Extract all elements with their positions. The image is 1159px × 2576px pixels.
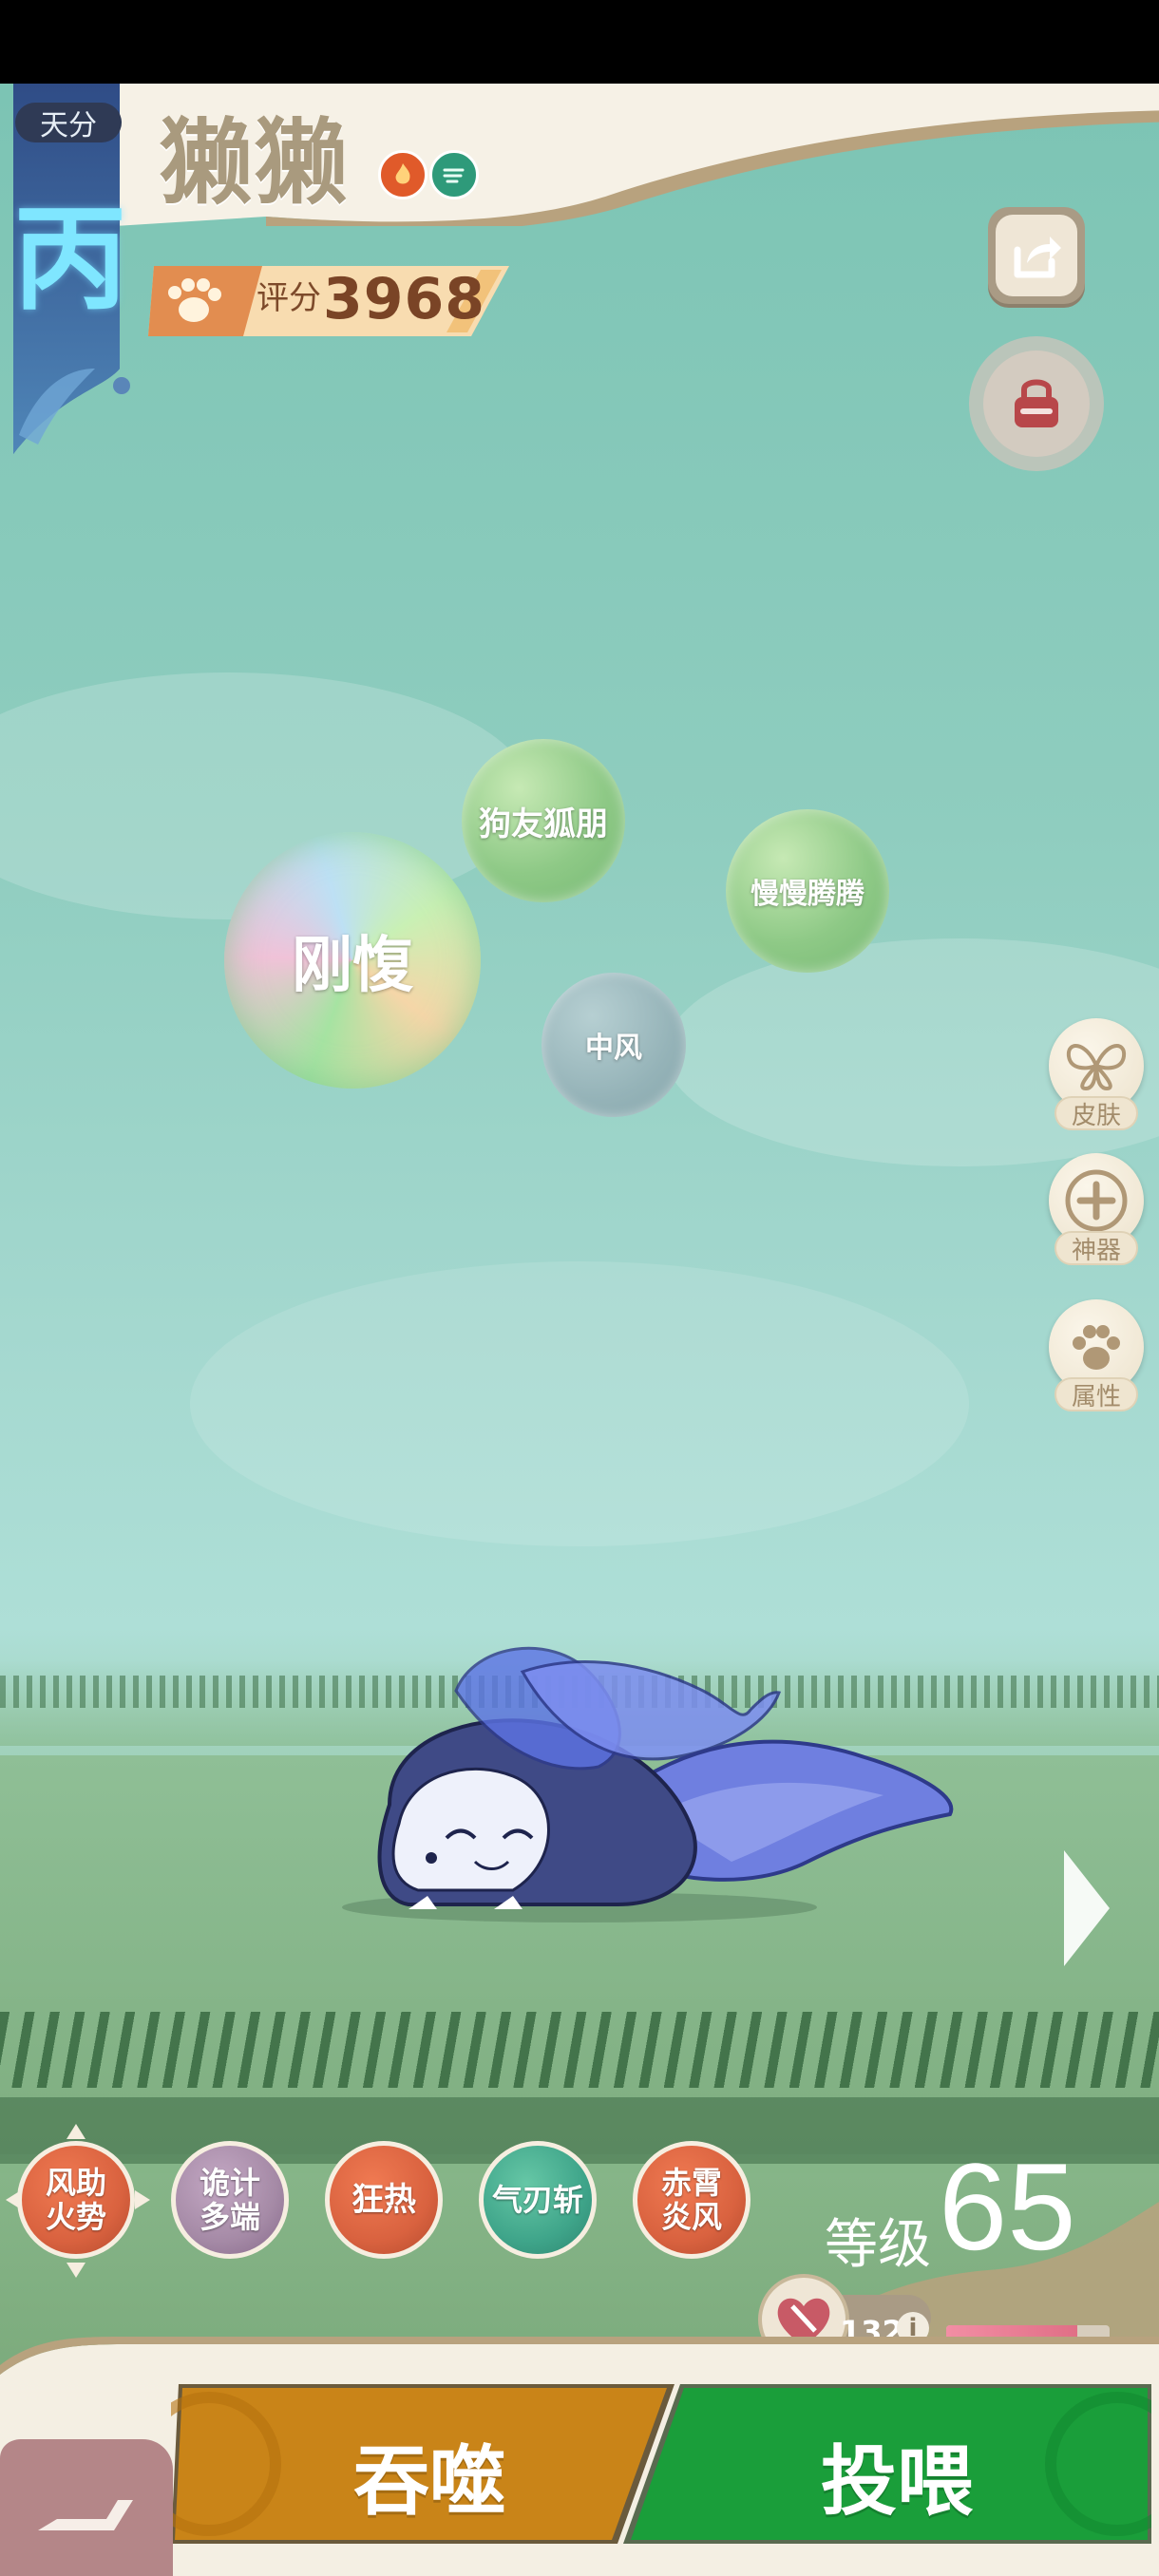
lock-button[interactable] xyxy=(969,336,1104,471)
attributes-button[interactable]: 属性 xyxy=(1047,1299,1146,1411)
trait-bubble[interactable]: 刚愎 xyxy=(224,832,481,1089)
skill-label: 风助 火势 xyxy=(45,2165,106,2235)
next-pet-arrow-icon[interactable] xyxy=(1060,1847,1113,1970)
trait-label: 慢慢腾腾 xyxy=(750,878,864,911)
trait-bubble[interactable]: 中风 xyxy=(542,973,686,1117)
trait-bubble[interactable]: 慢慢腾腾 xyxy=(726,809,889,973)
skill-label: 狂热 xyxy=(352,2181,416,2219)
trait-label: 狗友狐朋 xyxy=(479,805,608,843)
pet-name: 獭獭 xyxy=(160,108,351,218)
pet-creature xyxy=(342,1646,954,1923)
level-label: 等级 xyxy=(825,2214,931,2276)
score-value: 3968 xyxy=(323,266,485,332)
skill-orb[interactable]: 狂热 xyxy=(325,2141,443,2259)
skin-button[interactable]: 皮肤 xyxy=(1047,1018,1146,1130)
talent-label: 天分 xyxy=(15,103,122,142)
artifact-label: 神器 xyxy=(1054,1231,1138,1265)
skin-label: 皮肤 xyxy=(1054,1096,1138,1130)
skill-label: 气刃斩 xyxy=(491,2182,583,2218)
score-label: 评分 xyxy=(256,279,321,317)
skill-orb[interactable]: 风助 火势 xyxy=(17,2141,135,2259)
feed-label: 投喂 xyxy=(821,2437,973,2526)
wind-element-icon xyxy=(429,150,479,199)
skill-label: 赤霄 炎风 xyxy=(660,2165,722,2235)
skill-orb[interactable]: 诡计 多端 xyxy=(171,2141,289,2259)
trait-label: 刚愎 xyxy=(292,931,413,1001)
skill-bottom-marker-icon xyxy=(66,2263,86,2278)
trait-bubble[interactable]: 狗友狐朋 xyxy=(462,739,625,902)
skill-right-marker-icon xyxy=(135,2190,150,2209)
skill-label: 诡计 多端 xyxy=(199,2165,260,2235)
share-icon xyxy=(996,215,1077,296)
paw-icon xyxy=(1073,1325,1120,1370)
trait-label: 中风 xyxy=(585,1032,642,1065)
lock-icon xyxy=(983,350,1090,457)
talent-grade: 丙 xyxy=(13,192,127,326)
back-button[interactable] xyxy=(0,2439,173,2576)
artifact-button[interactable]: 神器 xyxy=(1047,1153,1146,1265)
share-button[interactable] xyxy=(988,207,1085,304)
skill-top-marker-icon xyxy=(66,2124,86,2139)
skill-orb[interactable]: 气刃斩 xyxy=(479,2141,597,2259)
attributes-label: 属性 xyxy=(1054,1377,1138,1411)
skill-orb[interactable]: 赤霄 炎风 xyxy=(633,2141,750,2259)
fire-element-icon xyxy=(378,150,428,199)
butterfly-icon xyxy=(1066,1044,1127,1091)
level-value: 65 xyxy=(939,2137,1076,2276)
devour-label: 吞噬 xyxy=(353,2437,505,2526)
skill-left-marker-icon xyxy=(6,2190,21,2209)
plus-icon xyxy=(1065,1169,1128,1232)
